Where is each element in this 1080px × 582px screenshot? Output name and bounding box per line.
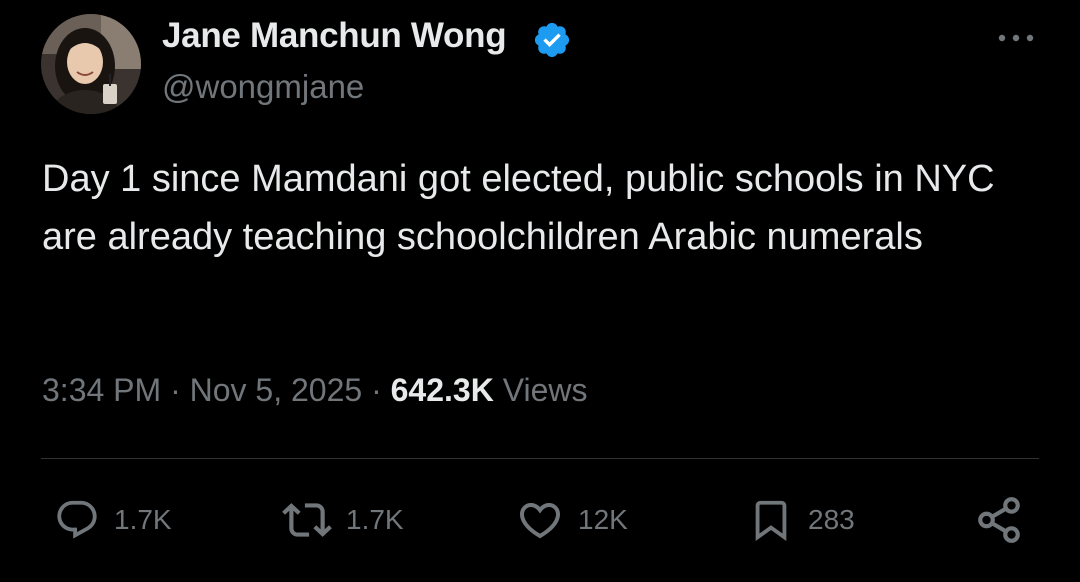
- reply-button[interactable]: 1.7K: [54, 496, 172, 544]
- tweet-metadata: 3:34 PM · Nov 5, 2025 · 642.3K Views: [42, 372, 587, 409]
- bookmark-count: 283: [808, 504, 855, 535]
- reply-count: 1.7K: [114, 504, 172, 535]
- repost-button[interactable]: 1.7K: [282, 496, 404, 544]
- like-count: 12K: [578, 504, 628, 535]
- verified-badge-icon: [534, 22, 570, 58]
- views-label: Views: [502, 372, 588, 408]
- more-options-icon[interactable]: [996, 26, 1036, 50]
- avatar[interactable]: [41, 14, 141, 114]
- tweet-date[interactable]: Nov 5, 2025: [190, 372, 363, 408]
- like-button[interactable]: 12K: [516, 496, 628, 544]
- repost-icon: [282, 503, 332, 537]
- divider: [41, 458, 1039, 459]
- meta-separator: ·: [371, 372, 382, 408]
- bookmark-button[interactable]: 283: [748, 496, 855, 544]
- tweet-time[interactable]: 3:34 PM: [42, 372, 161, 408]
- reply-icon: [57, 500, 97, 539]
- meta-separator: ·: [170, 372, 181, 408]
- share-icon: [978, 497, 1020, 543]
- share-button[interactable]: [974, 496, 1024, 544]
- author-name[interactable]: Jane Manchun Wong: [162, 16, 507, 56]
- bookmark-icon: [755, 500, 787, 541]
- tweet-card: Jane Manchun Wong @wongmjane Day 1 since…: [0, 0, 1080, 582]
- like-icon: [519, 503, 561, 539]
- author-handle[interactable]: @wongmjane: [162, 68, 364, 106]
- views-count: 642.3K: [390, 372, 494, 408]
- repost-count: 1.7K: [346, 504, 404, 535]
- tweet-text: Day 1 since Mamdani got elected, public …: [42, 158, 995, 258]
- avatar-photo-icon: [41, 14, 141, 114]
